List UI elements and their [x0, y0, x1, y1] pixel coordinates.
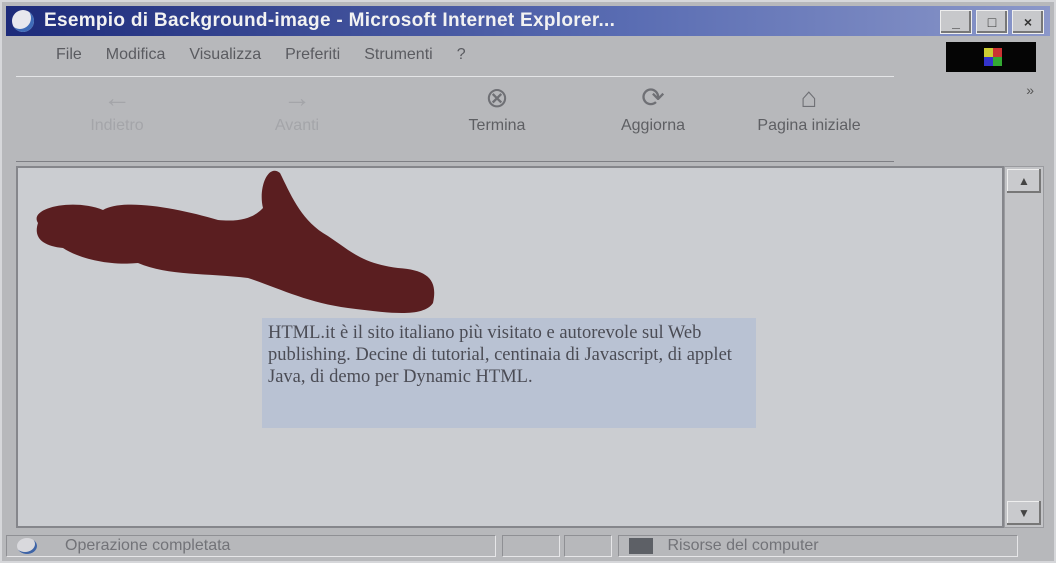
stop-label: Termina	[468, 117, 526, 134]
minimize-button[interactable]: _	[940, 10, 972, 34]
home-icon: ⌂	[800, 82, 818, 113]
menu-visualizza[interactable]: Visualizza	[189, 46, 261, 64]
vertical-scrollbar[interactable]: ▲ ▼	[1004, 166, 1044, 528]
windows-logo	[946, 42, 1036, 72]
hand-background-image	[36, 170, 435, 313]
hand-shape	[36, 170, 435, 313]
zone-panel: Risorse del computer	[618, 535, 1018, 557]
computer-icon	[629, 537, 653, 554]
browser-window: Esempio di Background-image - Microsoft …	[0, 0, 1056, 563]
status-text-panel: Operazione completata	[6, 535, 496, 557]
menu-modifica[interactable]: Modifica	[106, 46, 166, 64]
refresh-icon: ⟳	[641, 82, 665, 113]
status-panel-empty-1	[502, 535, 560, 557]
maximize-button[interactable]: □	[976, 10, 1008, 34]
menu-help[interactable]: ?	[457, 46, 466, 64]
window-controls: _ □ ×	[940, 10, 1044, 34]
forward-label: Avanti	[274, 117, 320, 134]
scroll-down-arrow-icon[interactable]: ▼	[1007, 501, 1041, 525]
forward-arrow-icon: →	[283, 82, 311, 113]
zone-text: Risorse del computer	[667, 537, 819, 554]
internet-explorer-icon[interactable]	[12, 10, 34, 32]
toolbar-overflow-chevron-icon[interactable]: »	[1026, 82, 1034, 98]
windows-flag-icon	[984, 48, 1002, 66]
page-status-icon	[17, 538, 37, 554]
title-bar[interactable]: Esempio di Background-image - Microsoft …	[6, 6, 1050, 36]
toolbar: ← Indietro → Avanti ⊗ Termina ⟳ Aggiorna…	[16, 76, 894, 162]
status-panel-empty-2	[564, 535, 612, 557]
stop-icon: ⊗	[485, 82, 509, 113]
menu-file[interactable]: File	[56, 46, 82, 64]
back-arrow-icon: ←	[103, 82, 131, 113]
menu-strumenti[interactable]: Strumenti	[364, 46, 432, 64]
status-text: Operazione completata	[65, 537, 231, 554]
forward-button[interactable]: → Avanti	[242, 83, 352, 135]
close-button[interactable]: ×	[1012, 10, 1044, 34]
intro-text: HTML.it è il sito italiano più visitato …	[262, 318, 756, 428]
window-title: Esempio di Background-image - Microsoft …	[44, 10, 616, 31]
stop-button[interactable]: ⊗ Termina	[442, 83, 552, 135]
refresh-button[interactable]: ⟳ Aggiorna	[598, 83, 708, 135]
back-button[interactable]: ← Indietro	[62, 83, 172, 135]
back-label: Indietro	[90, 117, 144, 134]
scroll-up-arrow-icon[interactable]: ▲	[1007, 169, 1041, 193]
menu-preferiti[interactable]: Preferiti	[285, 46, 340, 64]
refresh-label: Aggiorna	[620, 117, 686, 134]
status-bar: Operazione completata Risorse del comput…	[6, 532, 1050, 560]
home-label: Pagina iniziale	[757, 117, 861, 134]
page-content: HTML.it è il sito italiano più visitato …	[16, 166, 1004, 528]
home-button[interactable]: ⌂ Pagina iniziale	[754, 83, 864, 135]
menu-bar: File Modifica Visualizza Preferiti Strum…	[6, 40, 1050, 72]
